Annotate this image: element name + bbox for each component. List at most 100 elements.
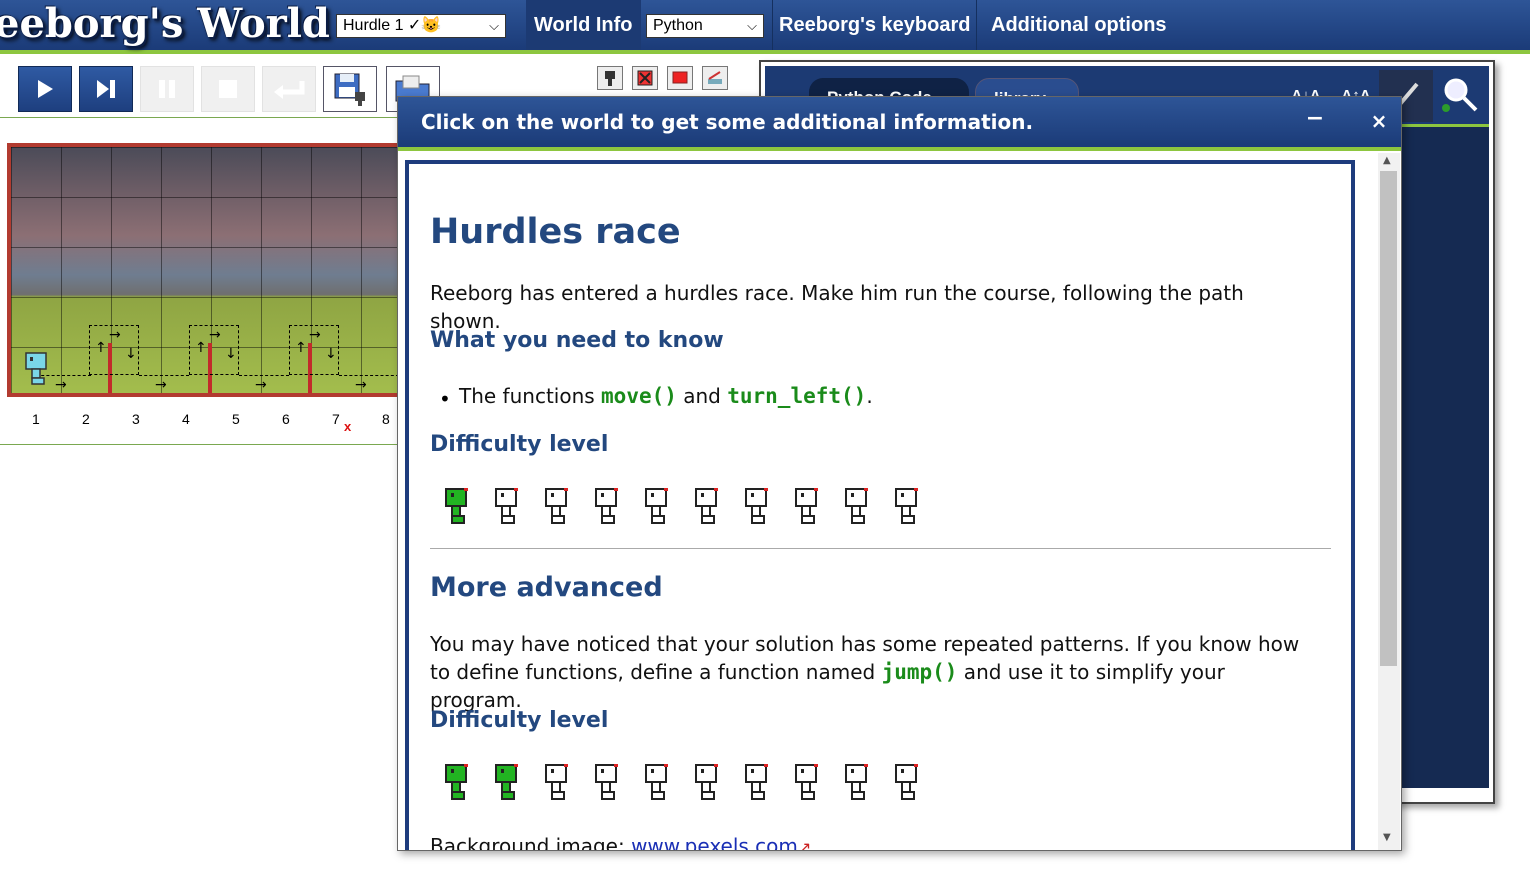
scroll-down-icon[interactable]: ▼ [1383,833,1391,843]
path-segment [339,375,399,376]
x-axis-label: 5 [232,411,240,427]
x-axis-label: 1 [32,411,40,427]
reeborgs-keyboard-button[interactable]: Reeborg's keyboard [772,0,978,50]
path-arrow-icon: ↓ [125,346,137,362]
path-arrow-icon: → [155,377,167,393]
difficulty-robot-empty-icon [792,762,822,802]
difficulty-robot-empty-icon [492,486,522,526]
bullet-icon: • [439,387,451,411]
step-button[interactable] [79,66,133,112]
run-button[interactable] [18,66,72,112]
difficulty-robot-filled-icon [442,762,472,802]
difficulty-robot-empty-icon [542,762,572,802]
goal-marker: x [344,419,352,434]
bullet-item: The functions move() and turn_left(). [459,382,1349,410]
difficulty-robot-empty-icon [892,762,922,802]
x-axis-label: 6 [282,411,290,427]
path-arrow-icon: → [255,377,267,393]
path-arrow-icon: ↓ [225,346,237,362]
bullet-and: and [676,384,728,408]
path-arrow-icon: → [109,327,121,343]
difficulty-robot-empty-icon [642,762,672,802]
pencil-tool-icon [708,71,722,84]
path-arrow-icon: → [309,327,321,343]
dialog-title: Click on the world to get some additiona… [421,110,1034,134]
x-axis-label: 8 [382,411,390,427]
jump-function: jump() [881,660,958,684]
robot-tool-button[interactable] [597,66,623,90]
difficulty-robot-empty-icon [592,486,622,526]
difficulty-robot-empty-icon [842,486,872,526]
x-axis-label: 4 [182,411,190,427]
world-info-button[interactable]: World Info [526,0,641,50]
step-icon [97,80,115,98]
chevron-down-icon: ⌵ [747,18,757,33]
credit-link[interactable]: www.pexels.com [631,834,798,850]
stop-icon [219,80,237,98]
difficulty-robot-empty-icon [792,486,822,526]
path-segment [239,375,289,376]
magnifier-icon [1442,78,1478,112]
world-info-dialog: Click on the world to get some additiona… [397,96,1402,851]
dialog-content: Hurdles race Reeborg has entered a hurdl… [405,160,1355,851]
stop-button[interactable] [201,66,255,112]
reverse-step-icon [274,81,305,99]
world-heading: Hurdles race [430,212,681,252]
difficulty-robot-empty-icon [692,486,722,526]
scroll-up-icon[interactable]: ▲ [1383,156,1391,166]
flag-tool-button[interactable] [667,66,693,90]
pause-icon [159,80,175,98]
difficulty-robot-filled-icon [492,762,522,802]
difficulty-robot-empty-icon [892,486,922,526]
play-icon [38,80,53,98]
advanced-paragraph: You may have noticed that your solution … [430,630,1320,714]
flag-tool-icon [672,71,688,84]
toolbar-divider [0,117,398,118]
chevron-down-icon: ⌵ [489,18,499,33]
difficulty-robot-empty-icon [542,486,572,526]
advanced-heading: More advanced [430,572,663,603]
turn-left-function: turn_left() [727,384,867,408]
path-arrow-icon: → [209,327,221,343]
path-arrow-icon: ↑ [95,340,107,356]
dialog-titlebar[interactable]: Click on the world to get some additiona… [398,97,1401,151]
path-arrow-icon: ↑ [195,340,207,356]
reeborg-robot-icon [25,352,47,385]
bullet-suffix: . [866,384,873,408]
language-select[interactable]: Python ⌵ [646,14,764,38]
robot-tool-icon [605,71,615,86]
bullet-prefix: The functions [459,384,602,408]
minimize-button[interactable]: − [1305,108,1325,131]
x-axis-label: 7 [332,411,340,427]
reverse-step-button[interactable] [262,66,316,112]
external-link-icon: ↗ [797,838,812,851]
difficulty-robot-filled-icon [442,486,472,526]
world-select[interactable]: Hurdle 1 ✓😺 ⌵ [336,14,506,38]
difficulty-robot-empty-icon [742,486,772,526]
difficulty-heading: Difficulty level [430,432,609,457]
difficulty-robot-empty-icon [642,486,672,526]
difficulty-robot-empty-icon [742,762,772,802]
inspect-button[interactable] [1437,70,1483,122]
world-canvas[interactable]: → → → → → → → ↑ ↑ ↑ ↓ ↓ ↓ [7,143,407,397]
scrollbar-thumb[interactable] [1380,171,1397,666]
move-function: move() [601,384,677,408]
path-arrow-icon: → [355,377,367,393]
world-select-value: Hurdle 1 ✓😺 [343,17,442,34]
credit-label: Background image: [430,834,632,851]
dialog-scrollbar[interactable]: ▲ ▼ [1378,153,1400,850]
close-button[interactable]: × [1369,111,1389,131]
world-pencil-tool-button[interactable] [702,66,728,90]
save-program-button[interactable] [323,66,377,112]
save-icon [334,73,365,106]
additional-options-button[interactable]: Additional options [985,0,1173,50]
difficulty-robot-empty-icon [592,762,622,802]
path-segment [139,375,189,376]
path-arrow-icon: ↓ [325,346,337,362]
pause-button[interactable] [140,66,194,112]
need-to-know-heading: What you need to know [430,328,724,353]
top-menu-bar: eeborg's World Hurdle 1 ✓😺 ⌵ World Info … [0,0,1530,54]
credit-line: Background image: www.pexels.com↗ [430,834,812,851]
wall-tool-button[interactable] [632,66,658,90]
path-arrow-icon: → [55,377,67,393]
